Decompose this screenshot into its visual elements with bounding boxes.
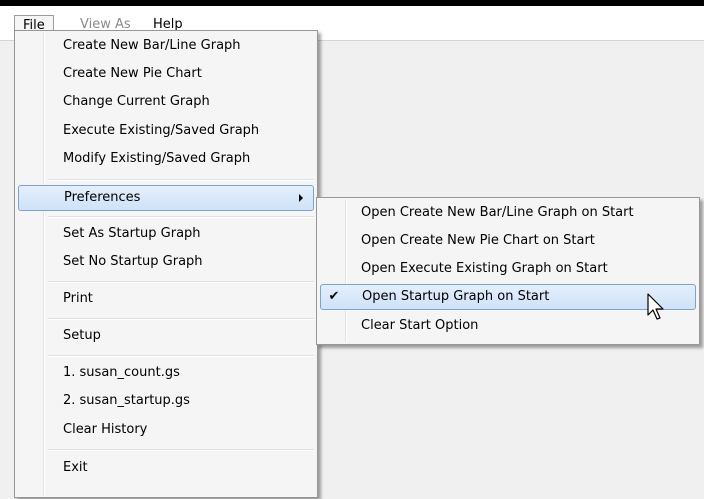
menu-item-clear-start-option[interactable]: Clear Start Option <box>320 313 696 339</box>
menu-item-create-pie-chart[interactable]: Create New Pie Chart <box>18 61 314 87</box>
menu-separator <box>48 281 314 283</box>
preferences-submenu: Open Create New Bar/Line Graph on Start … <box>316 197 700 345</box>
file-menu-dropdown: Create New Bar/Line Graph Create New Pie… <box>14 30 318 498</box>
menu-item-execute-saved-graph[interactable]: Execute Existing/Saved Graph <box>18 118 314 144</box>
menu-item-recent-file-2[interactable]: 2. susan_startup.gs <box>18 388 314 414</box>
menu-item-setup[interactable]: Setup <box>18 323 314 349</box>
menu-item-label: Set As Startup Graph <box>63 226 201 241</box>
checkmark-icon: ✔ <box>328 289 340 304</box>
menu-item-exit[interactable]: Exit <box>18 455 314 481</box>
menu-separator <box>48 216 314 218</box>
menu-item-label: Open Startup Graph on Start <box>362 289 550 304</box>
menu-item-open-pie-chart-on-start[interactable]: Open Create New Pie Chart on Start <box>320 228 696 254</box>
menu-item-change-current-graph[interactable]: Change Current Graph <box>18 89 314 115</box>
menu-item-print[interactable]: Print <box>18 286 314 312</box>
menu-item-label: 2. susan_startup.gs <box>63 393 190 408</box>
menu-item-preferences[interactable]: Preferences <box>18 185 314 211</box>
menu-item-modify-saved-graph[interactable]: Modify Existing/Saved Graph <box>18 146 314 172</box>
menu-item-label: Change Current Graph <box>63 94 210 109</box>
menu-item-label: Preferences <box>64 190 141 205</box>
menu-item-label: 1. susan_count.gs <box>63 365 180 380</box>
menu-item-create-bar-line-graph[interactable]: Create New Bar/Line Graph <box>18 33 314 59</box>
menu-item-set-no-startup-graph[interactable]: Set No Startup Graph <box>18 249 314 275</box>
menu-item-label: Open Create New Pie Chart on Start <box>361 233 595 248</box>
chevron-right-icon <box>299 194 303 202</box>
menu-separator <box>48 318 314 320</box>
menu-item-label: Execute Existing/Saved Graph <box>63 123 260 138</box>
menu-item-recent-file-1[interactable]: 1. susan_count.gs <box>18 360 314 386</box>
menu-item-label: Create New Pie Chart <box>63 66 202 81</box>
menu-item-label: Create New Bar/Line Graph <box>63 38 241 53</box>
menu-item-open-bar-line-on-start[interactable]: Open Create New Bar/Line Graph on Start <box>320 200 696 226</box>
menu-item-label: Open Create New Bar/Line Graph on Start <box>361 205 634 220</box>
menu-separator <box>48 355 314 357</box>
mouse-pointer-icon <box>647 293 664 320</box>
menu-item-clear-history[interactable]: Clear History <box>18 417 314 443</box>
menu-item-label: Clear History <box>63 422 148 437</box>
menu-item-open-execute-on-start[interactable]: Open Execute Existing Graph on Start <box>320 256 696 282</box>
menu-item-label: Clear Start Option <box>361 318 479 333</box>
menu-item-open-startup-graph-on-start[interactable]: ✔ Open Startup Graph on Start <box>320 284 696 310</box>
menu-item-label: Exit <box>63 460 88 475</box>
menu-item-label: Set No Startup Graph <box>63 254 203 269</box>
menu-item-label: Print <box>63 291 93 306</box>
menu-separator <box>48 449 314 451</box>
menu-item-label: Setup <box>63 328 101 343</box>
menu-item-label: Open Execute Existing Graph on Start <box>361 261 608 276</box>
menu-separator <box>48 179 314 181</box>
menu-item-label: Modify Existing/Saved Graph <box>63 151 251 166</box>
menu-item-set-startup-graph[interactable]: Set As Startup Graph <box>18 221 314 247</box>
